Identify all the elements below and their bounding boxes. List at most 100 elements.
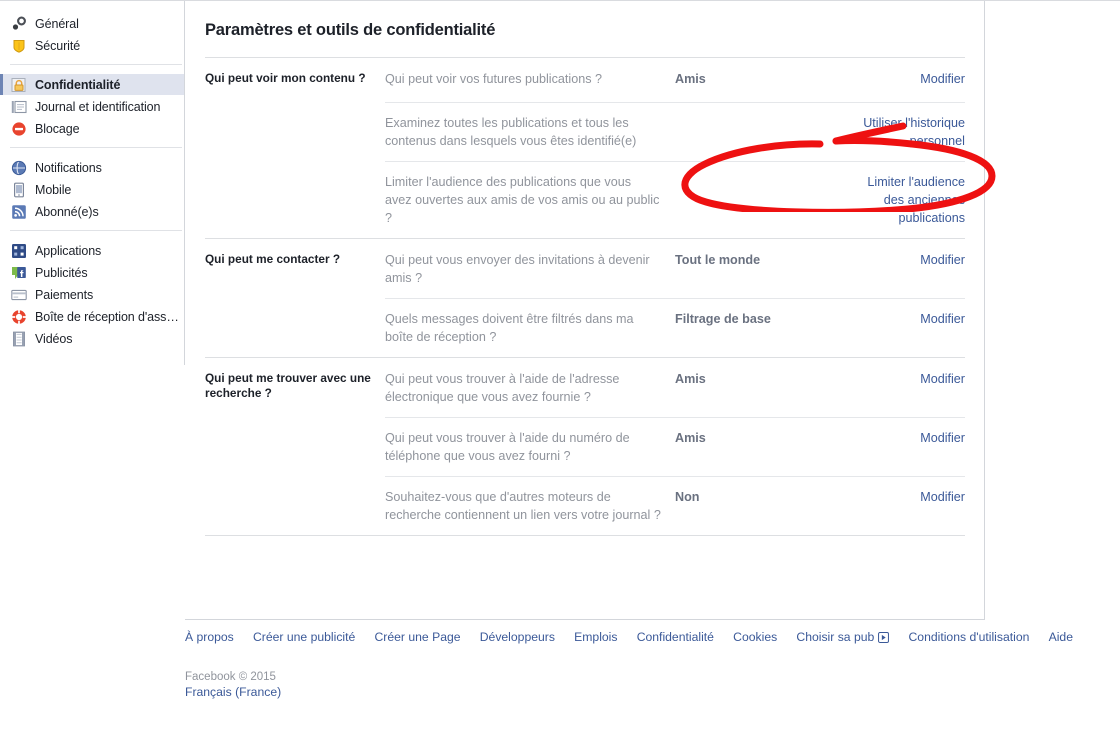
sidebar-item-journal-et-identification[interactable]: Journal et identification (0, 96, 184, 117)
footer-link-label: Cookies (733, 630, 778, 644)
setting-action-link[interactable]: Modifier (855, 370, 965, 388)
sidebar-item-paiements[interactable]: Paiements (0, 284, 184, 305)
sidebar-divider (10, 147, 182, 148)
footer-link-label: Choisir sa pub (796, 630, 875, 644)
sidebar-item-label: Notifications (35, 160, 102, 175)
block-icon (11, 121, 27, 137)
sidebar-item-label: Général (35, 16, 79, 31)
film-icon (11, 331, 27, 347)
lock-icon (11, 77, 27, 93)
sidebar-group: Notifications Mobile Abonné(e)s (0, 157, 184, 222)
sidebar-item-videos[interactable]: Vidéos (0, 328, 184, 349)
setting-action-link[interactable]: Modifier (855, 251, 965, 269)
setting-question: Quels messages doivent être filtrés dans… (385, 312, 634, 344)
sidebar-item-mobile[interactable]: Mobile (0, 179, 184, 200)
setting-action-link[interactable]: Limiter l'audience des anciennes publica… (855, 173, 965, 227)
sidebar-item-label: Journal et identification (35, 99, 161, 114)
globe-icon (11, 160, 27, 176)
lifebuoy-icon (11, 309, 27, 325)
footer-link-label: Conditions d'utilisation (908, 630, 1030, 644)
settings-sidebar: Général Sécurité Confidentialité Journal et… (0, 1, 185, 365)
mobile-icon (11, 182, 27, 198)
section-heading (205, 429, 385, 430)
setting-action-link[interactable]: Modifier (855, 429, 965, 447)
section-heading: Qui peut me trouver avec une recherche ? (205, 371, 371, 400)
settings-section: Qui peut me trouver avec une recherche ?… (205, 357, 965, 535)
setting-value: Amis (675, 372, 706, 386)
sidebar-group: Applications Publicités Paiements Boîte de … (0, 240, 184, 349)
footer-link-label: Créer une publicité (252, 630, 356, 644)
footer-link-creer-une-publicite[interactable]: Créer une publicité (253, 630, 355, 644)
footer-link-creer-une-page[interactable]: Créer une Page (374, 630, 460, 644)
settings-row: Qui peut me contacter ? Qui peut vous env… (205, 239, 965, 298)
sidebar-item-label: Applications (35, 243, 102, 258)
sidebar-item-applications[interactable]: Applications (0, 240, 184, 261)
settings-row: Souhaitez-vous que d'autres moteurs de r… (205, 476, 965, 535)
sidebar-item-label: Confidentialité (35, 77, 121, 92)
footer-link-emplois[interactable]: Emplois (574, 630, 617, 644)
setting-question: Qui peut vous trouver à l'aide du numéro… (385, 431, 630, 463)
timeline-icon (11, 99, 27, 115)
apps-icon (11, 243, 27, 259)
footer-link-label: Emplois (574, 630, 618, 644)
sidebar-item-abonne-e-s[interactable]: Abonné(e)s (0, 201, 184, 222)
sidebar-item-notifications[interactable]: Notifications (0, 157, 184, 178)
sidebar-divider (10, 64, 182, 65)
settings-section: Qui peut voir mon contenu ? Qui peut voir… (205, 57, 965, 238)
settings-section: Qui peut me contacter ? Qui peut vous env… (205, 238, 965, 357)
footer-link-label: Aide (1048, 630, 1073, 644)
card-icon (11, 287, 27, 303)
setting-question: Qui peut vous trouver à l'aide de l'adre… (385, 372, 620, 404)
settings-row: Qui peut me trouver avec une recherche ?… (205, 358, 965, 417)
shield-icon (11, 38, 27, 54)
setting-question: Qui peut voir vos futures publications ? (385, 72, 603, 86)
footer-link-confidentialite[interactable]: Confidentialité (637, 630, 714, 644)
sidebar-item-boite-de-reception-d-ass[interactable]: Boîte de réception d'ass… (0, 306, 184, 327)
section-heading: Qui peut voir mon contenu ? (205, 71, 366, 85)
language-link[interactable]: Français (France) (185, 685, 281, 699)
setting-value: Filtrage de base (675, 312, 771, 326)
table-bottom-divider (205, 535, 965, 536)
section-heading (205, 310, 385, 311)
section-heading (205, 114, 385, 115)
footer-link-choisir-sa-pub[interactable]: Choisir sa pub (796, 630, 890, 644)
footer-link-aide[interactable]: Aide (1049, 630, 1073, 644)
setting-value: Amis (675, 431, 706, 445)
settings-row: Qui peut voir mon contenu ? Qui peut voir… (205, 58, 965, 102)
sidebar-item-confidentialite[interactable]: Confidentialité (0, 74, 184, 95)
setting-question: Limiter l'audience des publications que … (385, 175, 660, 225)
site-footer-links: À propos Créer une publicité Créer une Pag… (185, 630, 1073, 644)
section-heading (205, 488, 385, 489)
copyright-text: Facebook © 2015 (185, 671, 276, 683)
privacy-settings-table: Qui peut voir mon contenu ? Qui peut voir… (205, 57, 965, 536)
footer-link-label: Créer une Page (374, 630, 461, 644)
sidebar-item-label: Mobile (35, 182, 72, 197)
sidebar-item-publicites[interactable]: Publicités (0, 262, 184, 283)
footer-link-developpeurs[interactable]: Développeurs (480, 630, 555, 644)
sidebar-item-label: Blocage (35, 121, 80, 136)
setting-action-link[interactable]: Modifier (855, 310, 965, 328)
setting-question: Examinez toutes les publications et tous… (385, 116, 637, 148)
footer-link-cookies[interactable]: Cookies (733, 630, 777, 644)
setting-question: Souhaitez-vous que d'autres moteurs de r… (385, 490, 661, 522)
footer-link-a-propos[interactable]: À propos (185, 630, 234, 644)
setting-action-link[interactable]: Modifier (855, 488, 965, 506)
settings-row: Qui peut vous trouver à l'aide du numéro… (205, 417, 965, 476)
sidebar-item-label: Paiements (35, 287, 94, 302)
setting-action-link[interactable]: Modifier (855, 70, 965, 88)
settings-row: Limiter l'audience des publications que … (205, 161, 965, 238)
footer-link-conditions-d-utilisation[interactable]: Conditions d'utilisation (909, 630, 1030, 644)
gear-icon (11, 16, 27, 32)
sidebar-item-general[interactable]: Général (0, 13, 184, 34)
sidebar-item-blocage[interactable]: Blocage (0, 118, 184, 139)
setting-value: Tout le monde (675, 253, 761, 267)
page-root: Général Sécurité Confidentialité Journal et… (0, 0, 1120, 751)
page-title: Paramètres et outils de confidentialité (205, 21, 496, 39)
setting-action-link[interactable]: Utiliser l'historique personnel (855, 114, 965, 150)
sidebar-item-securite[interactable]: Sécurité (0, 35, 184, 56)
footer-link-label: Confidentialité (636, 630, 714, 644)
adchoices-icon (878, 631, 890, 643)
sidebar-item-label: Publicités (35, 265, 88, 280)
sidebar-group: Confidentialité Journal et identification… (0, 74, 184, 139)
sidebar-item-label: Abonné(e)s (35, 204, 99, 219)
